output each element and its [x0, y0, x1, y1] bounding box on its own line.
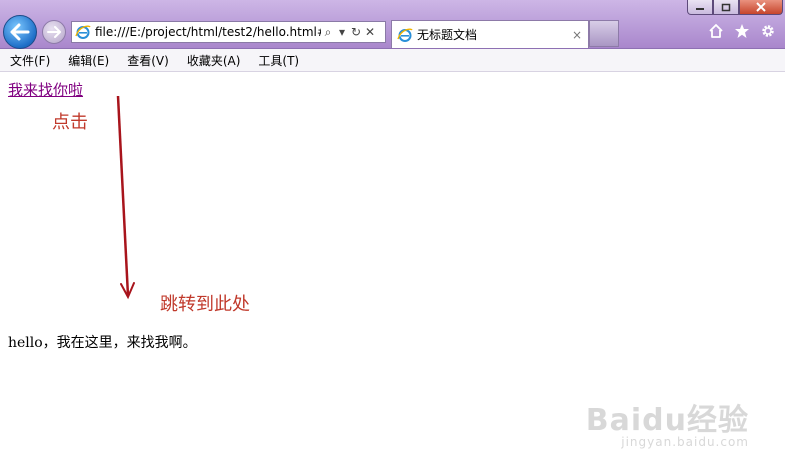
annotation-arrow — [116, 95, 135, 300]
minimize-icon — [696, 8, 704, 10]
ie-icon — [75, 25, 91, 39]
stop-icon[interactable]: ✕ — [363, 24, 377, 40]
home-icon — [709, 24, 723, 38]
home-button[interactable] — [707, 22, 725, 40]
browser-chrome: ⌕ ▾ ↻ ✕ 无标题文档 × — [0, 0, 785, 49]
forward-button[interactable] — [42, 20, 66, 44]
watermark: Baidu经验 jingyan.baidu.com — [586, 395, 749, 449]
menu-edit[interactable]: 编辑(E) — [58, 52, 117, 69]
minimize-button[interactable] — [687, 0, 713, 15]
search-icon[interactable]: ⌕ — [321, 24, 335, 40]
ie-icon — [397, 27, 413, 42]
page-content: 我来找你啦 点击 跳转到此处 hello，我在这里，来找我啊。 Baidu经验 … — [0, 72, 785, 473]
address-bar[interactable]: ⌕ ▾ ↻ ✕ — [71, 21, 386, 43]
back-button[interactable] — [3, 15, 37, 49]
anchor-link[interactable]: 我来找你啦 — [8, 79, 83, 100]
maximize-icon — [721, 3, 731, 11]
menu-favorites[interactable]: 收藏夹(A) — [177, 52, 249, 69]
menu-file[interactable]: 文件(F) — [0, 52, 58, 69]
back-arrow-icon — [10, 23, 30, 41]
gear-icon — [762, 25, 774, 37]
close-icon — [756, 2, 766, 12]
dropdown-icon[interactable]: ▾ — [335, 24, 349, 40]
refresh-icon[interactable]: ↻ — [349, 24, 363, 40]
tools-button[interactable] — [759, 22, 777, 40]
menu-bar: 文件(F) 编辑(E) 查看(V) 收藏夹(A) 工具(T) — [0, 49, 785, 72]
annotation-click: 点击 — [52, 112, 88, 133]
new-tab-button[interactable] — [589, 20, 619, 47]
watermark-brand: Baidu经验 — [585, 403, 749, 438]
forward-arrow-icon — [47, 26, 61, 38]
maximize-button[interactable] — [713, 0, 739, 15]
menu-tools[interactable]: 工具(T) — [248, 52, 307, 69]
annotation-jump: 跳转到此处 — [160, 294, 250, 315]
tab-title: 无标题文档 — [417, 28, 478, 42]
window-controls — [687, 0, 783, 16]
tab-close-icon[interactable]: × — [572, 28, 582, 42]
anchor-target-text: hello，我在这里，来找我啊。 — [8, 335, 197, 351]
tab-active[interactable]: 无标题文档 × — [391, 20, 589, 48]
address-input[interactable] — [91, 25, 321, 39]
favorites-button[interactable] — [733, 22, 751, 40]
close-window-button[interactable] — [739, 0, 783, 15]
toolbar-right — [707, 22, 777, 40]
star-icon — [735, 24, 749, 38]
menu-view[interactable]: 查看(V) — [117, 52, 177, 69]
